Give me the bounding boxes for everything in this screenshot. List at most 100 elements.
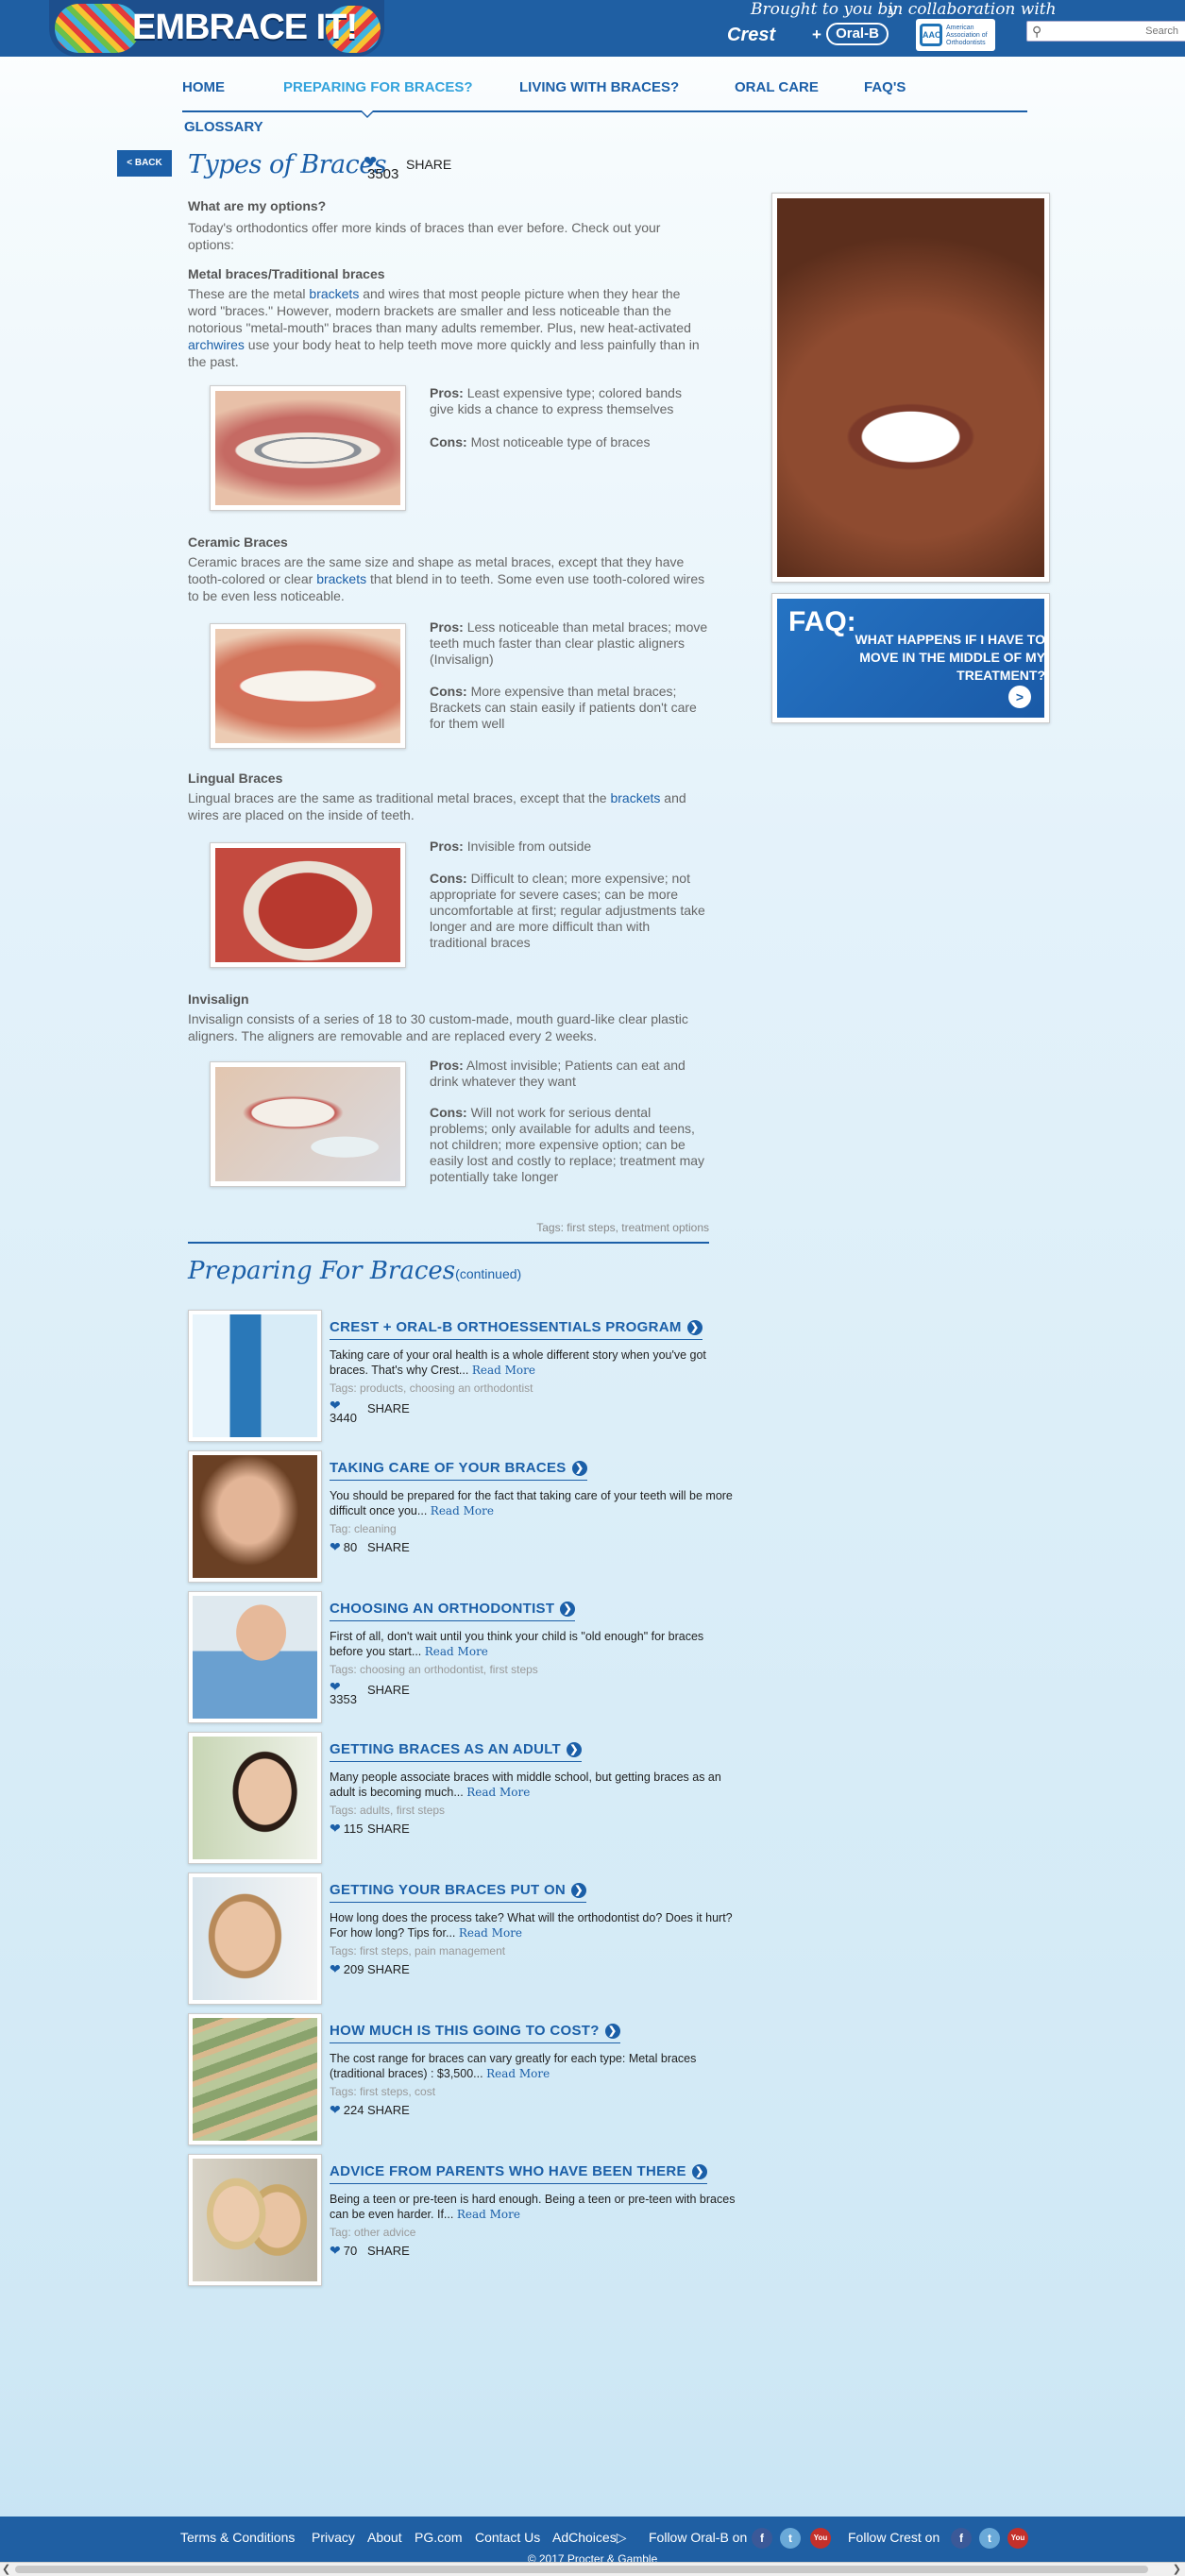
card-title[interactable]: ADVICE FROM PARENTS WHO HAVE BEEN THERE ❯: [330, 2163, 707, 2184]
arrow-right-icon[interactable]: ❯: [571, 1883, 587, 1898]
card-thumbnail[interactable]: [188, 1591, 322, 1723]
related-card-advice[interactable]: ADVICE FROM PARENTS WHO HAVE BEEN THERE ❯…: [188, 2154, 736, 2286]
arrow-right-icon[interactable]: ❯: [560, 1602, 576, 1617]
card-thumbnail[interactable]: [188, 1732, 322, 1864]
footer-contact-link[interactable]: Contact Us: [475, 2530, 540, 2545]
nav-preparing-for-braces[interactable]: PREPARING FOR BRACES?: [283, 79, 473, 95]
nav-glossary[interactable]: GLOSSARY: [184, 119, 263, 135]
scroll-left-icon[interactable]: ❮: [2, 2563, 10, 2575]
brackets-link[interactable]: brackets: [316, 571, 366, 586]
scroll-right-icon[interactable]: ❯: [1173, 2563, 1181, 2575]
arrow-right-icon[interactable]: >: [1008, 686, 1031, 708]
share-button[interactable]: SHARE: [367, 1962, 410, 1976]
adchoices-label[interactable]: AdChoices: [552, 2530, 617, 2545]
heart-icon[interactable]: ❤: [330, 1680, 341, 1693]
card-title[interactable]: GETTING YOUR BRACES PUT ON ❯: [330, 1882, 587, 1903]
card-thumbnail[interactable]: [188, 1450, 322, 1583]
heart-icon[interactable]: ❤: [330, 1962, 341, 1975]
youtube-icon[interactable]: You: [810, 2528, 831, 2549]
card-like[interactable]: ❤ 70: [330, 2244, 357, 2258]
footer-terms-link[interactable]: Terms & Conditions: [180, 2530, 295, 2545]
arrow-right-icon[interactable]: ❯: [686, 1320, 703, 1335]
share-button[interactable]: SHARE: [367, 1540, 410, 1554]
card-like[interactable]: ❤ 3440: [330, 1398, 357, 1425]
arrow-right-icon[interactable]: ❯: [691, 2164, 707, 2179]
related-card-orthoessentials[interactable]: CREST + ORAL-B ORTHOESSENTIALS PROGRAM ❯ …: [188, 1310, 736, 1442]
card-thumbnail[interactable]: [188, 1873, 322, 2005]
card-title-text[interactable]: HOW MUCH IS THIS GOING TO COST?: [330, 2023, 600, 2039]
article-tags[interactable]: Tags: first steps, treatment options: [188, 1221, 709, 1244]
card-thumbnail[interactable]: [188, 2154, 322, 2286]
card-thumbnail[interactable]: [188, 2013, 322, 2145]
share-button[interactable]: SHARE: [367, 2244, 410, 2258]
oral-b-logo[interactable]: Oral-B: [826, 23, 889, 45]
youtube-icon[interactable]: You: [1007, 2528, 1028, 2549]
card-title-text[interactable]: ADVICE FROM PARENTS WHO HAVE BEEN THERE: [330, 2163, 686, 2179]
search-icon[interactable]: ⚲: [1032, 24, 1041, 40]
twitter-icon[interactable]: t: [780, 2528, 801, 2549]
brackets-link[interactable]: brackets: [309, 286, 359, 301]
arrow-right-icon[interactable]: ❯: [604, 2024, 620, 2039]
card-like[interactable]: ❤ 224: [330, 2103, 364, 2117]
share-button[interactable]: SHARE: [367, 1822, 410, 1836]
faq-banner[interactable]: FAQ: WHAT HAPPENS IF I HAVE TO MOVE IN T…: [777, 599, 1044, 718]
related-card-choosing[interactable]: CHOOSING AN ORTHODONTIST ❯ First of all, …: [188, 1591, 736, 1723]
related-card-taking-care[interactable]: TAKING CARE OF YOUR BRACES ❯ You should b…: [188, 1450, 736, 1583]
horizontal-scrollbar[interactable]: ❮ ❯: [0, 2562, 1185, 2576]
card-tags[interactable]: Tags: adults, first steps: [330, 1804, 445, 1817]
read-more-link[interactable]: Read More: [472, 1364, 535, 1377]
twitter-icon[interactable]: t: [979, 2528, 1000, 2549]
related-card-put-on[interactable]: GETTING YOUR BRACES PUT ON ❯ How long doe…: [188, 1873, 736, 2005]
card-like[interactable]: ❤ 115: [330, 1822, 363, 1836]
brackets-link[interactable]: brackets: [610, 790, 660, 805]
card-tags[interactable]: Tags: first steps, pain management: [330, 1944, 505, 1957]
crest-logo[interactable]: Crest: [727, 25, 806, 45]
back-button[interactable]: < BACK: [117, 150, 172, 177]
nav-oral-care[interactable]: ORAL CARE: [735, 79, 819, 95]
card-thumbnail[interactable]: [188, 1310, 322, 1442]
nav-faqs[interactable]: FAQ'S: [864, 79, 906, 95]
faq-question[interactable]: WHAT HAPPENS IF I HAVE TO MOVE IN THE MI…: [828, 631, 1044, 685]
heart-icon[interactable]: ❤: [330, 1398, 341, 1412]
card-tags[interactable]: Tag: cleaning: [330, 1522, 397, 1535]
adchoices-icon[interactable]: ▷: [617, 2530, 627, 2545]
heart-icon[interactable]: ❤: [330, 1540, 341, 1553]
footer-privacy-link[interactable]: Privacy: [312, 2530, 355, 2545]
read-more-link[interactable]: Read More: [486, 2067, 550, 2080]
read-more-link[interactable]: Read More: [425, 1645, 488, 1658]
scrollbar-thumb[interactable]: [15, 2566, 1148, 2573]
share-button[interactable]: SHARE: [367, 1683, 410, 1697]
card-title[interactable]: CREST + ORAL-B ORTHOESSENTIALS PROGRAM ❯: [330, 1319, 703, 1340]
aao-logo[interactable]: AAO American Association of Orthodontist…: [916, 19, 995, 51]
card-tags[interactable]: Tags: first steps, cost: [330, 2085, 435, 2098]
related-card-cost[interactable]: HOW MUCH IS THIS GOING TO COST? ❯ The cos…: [188, 2013, 736, 2145]
heart-icon[interactable]: ❤: [330, 2244, 341, 2257]
footer-adchoices-link[interactable]: AdChoices▷: [552, 2530, 626, 2546]
share-button[interactable]: SHARE: [367, 2103, 410, 2117]
card-like[interactable]: ❤ 80: [330, 1540, 357, 1554]
read-more-link[interactable]: Read More: [459, 1926, 522, 1940]
faq-promo[interactable]: FAQ: WHAT HAPPENS IF I HAVE TO MOVE IN T…: [771, 593, 1050, 723]
related-card-adult[interactable]: GETTING BRACES AS AN ADULT ❯ Many people …: [188, 1732, 736, 1864]
facebook-icon[interactable]: f: [951, 2528, 972, 2549]
card-like[interactable]: ❤ 209: [330, 1962, 364, 1976]
card-like[interactable]: ❤ 3353: [330, 1680, 357, 1706]
read-more-link[interactable]: Read More: [431, 1504, 494, 1517]
card-title-text[interactable]: GETTING BRACES AS AN ADULT: [330, 1741, 561, 1757]
search-input[interactable]: [1052, 24, 1184, 39]
card-title-text[interactable]: TAKING CARE OF YOUR BRACES: [330, 1460, 567, 1476]
heart-icon[interactable]: ❤: [330, 2103, 341, 2116]
archwires-link[interactable]: archwires: [188, 337, 245, 352]
card-title[interactable]: GETTING BRACES AS AN ADULT ❯: [330, 1741, 583, 1762]
share-button[interactable]: SHARE: [367, 1401, 410, 1415]
nav-living-with-braces[interactable]: LIVING WITH BRACES?: [519, 79, 679, 95]
card-tags[interactable]: Tags: choosing an orthodontist, first st…: [330, 1663, 538, 1676]
arrow-right-icon[interactable]: ❯: [571, 1461, 587, 1476]
card-title-text[interactable]: GETTING YOUR BRACES PUT ON: [330, 1882, 566, 1898]
card-title[interactable]: TAKING CARE OF YOUR BRACES ❯: [330, 1460, 587, 1481]
arrow-right-icon[interactable]: ❯: [567, 1742, 583, 1757]
footer-about-link[interactable]: About: [367, 2530, 402, 2545]
share-button[interactable]: SHARE: [406, 157, 451, 172]
read-more-link[interactable]: Read More: [457, 2208, 520, 2221]
card-tags[interactable]: Tag: other advice: [330, 2226, 415, 2239]
